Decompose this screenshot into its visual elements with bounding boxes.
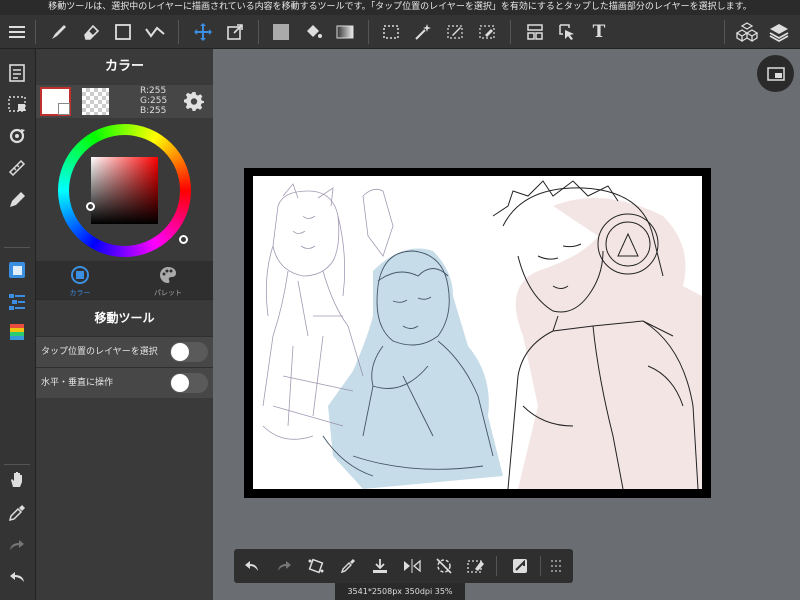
gear-icon[interactable] [184,91,204,111]
eyedropper-icon[interactable] [3,499,31,527]
rotate-icon[interactable] [3,122,31,150]
layer-list-icon[interactable] [3,288,31,316]
toggle-axis-lock[interactable] [170,373,208,393]
snap-icon[interactable] [505,551,535,581]
main-color-swatch[interactable] [40,87,71,116]
transform-icon[interactable] [301,551,331,581]
redo-icon[interactable] [269,551,299,581]
hue-handle[interactable] [179,235,188,244]
tab-palette[interactable]: パレット [124,261,212,299]
grid-icon[interactable] [541,551,571,581]
eraser-icon[interactable] [76,17,106,47]
select-layer-icon[interactable] [552,17,582,47]
flip-icon[interactable] [397,551,427,581]
rgb-readout: R:255 G:255 B:255 [140,86,167,116]
redo-icon[interactable] [3,531,31,559]
brush-icon[interactable] [44,17,74,47]
select-pen-icon[interactable] [440,17,470,47]
layers-icon[interactable] [764,17,794,47]
transparent-color-swatch[interactable] [82,88,109,115]
tool-hint-banner: 移動ツールは、選択中のレイヤーに描画されている内容を移動するツールです。「タップ… [0,0,800,15]
tab-palette-label: パレット [154,289,182,297]
rectangle-icon[interactable] [108,17,138,47]
pen-tip-icon[interactable] [3,186,31,214]
tab-color-label: カラー [69,289,91,297]
rgb-g: G:255 [140,96,168,106]
select-eraser-icon[interactable] [472,17,502,47]
color-panel-title: カラー [36,49,213,85]
color-panel: カラー R:255 G:255 B:255 カラー パレット 移動ツール タップ… [36,49,213,600]
undo-icon[interactable] [237,551,267,581]
bucket-icon[interactable] [298,17,328,47]
text-icon[interactable]: T [584,17,614,47]
move-tool-title: 移動ツール [36,299,213,336]
transform-icon[interactable] [220,17,250,47]
left-sidebar [0,49,36,600]
option-select-tapped-layer: タップ位置のレイヤーを選択 [36,336,213,367]
rgb-r: R:255 [140,86,167,96]
correction-icon[interactable] [140,17,170,47]
color-bar-icon[interactable] [3,319,31,347]
selection-area-icon[interactable] [3,90,31,118]
page-manager-icon[interactable] [3,59,31,87]
eyedropper-icon[interactable] [333,551,363,581]
top-toolbar: T [0,15,800,49]
saturation-value-square[interactable] [91,157,158,224]
save-icon[interactable] [365,551,395,581]
gradient-icon[interactable] [330,17,360,47]
magic-wand-icon[interactable] [408,17,438,47]
fill-icon[interactable] [266,17,296,47]
toggle-select-tapped-layer[interactable] [170,342,208,362]
canvas-frame [244,168,711,498]
rgb-b: B:255 [140,106,167,116]
materials-icon[interactable] [732,17,762,47]
canvas-status: 3541*2508px 350dpi 35% [335,583,465,600]
view-mode-button[interactable] [757,55,794,92]
color-swatches: R:255 G:255 B:255 [36,85,213,118]
option-select-tapped-layer-label: タップ位置のレイヤーを選択 [41,347,158,357]
tab-color[interactable]: カラー [36,261,124,299]
ruler-icon[interactable] [3,154,31,182]
menu-icon[interactable] [2,17,32,47]
option-axis-lock: 水平・垂直に操作 [36,367,213,398]
layout-icon[interactable] [520,17,550,47]
select-rect-icon[interactable] [376,17,406,47]
layer-panel-icon[interactable] [3,256,31,284]
option-axis-lock-label: 水平・垂直に操作 [41,378,114,388]
sketch-artwork [262,180,702,489]
bottom-toolbar [234,549,573,583]
window-icon [766,66,785,81]
move-icon[interactable] [188,17,218,47]
rotate-icon[interactable] [429,551,459,581]
undo-icon[interactable] [3,563,31,591]
clear-icon[interactable] [461,551,491,581]
color-picker [36,118,213,261]
drawing-canvas[interactable] [253,176,702,489]
palette-icon [160,267,176,283]
hand-icon[interactable] [3,465,31,493]
sv-handle[interactable] [86,202,95,211]
color-circle-icon [71,266,89,284]
color-tabs: カラー パレット [36,261,213,299]
